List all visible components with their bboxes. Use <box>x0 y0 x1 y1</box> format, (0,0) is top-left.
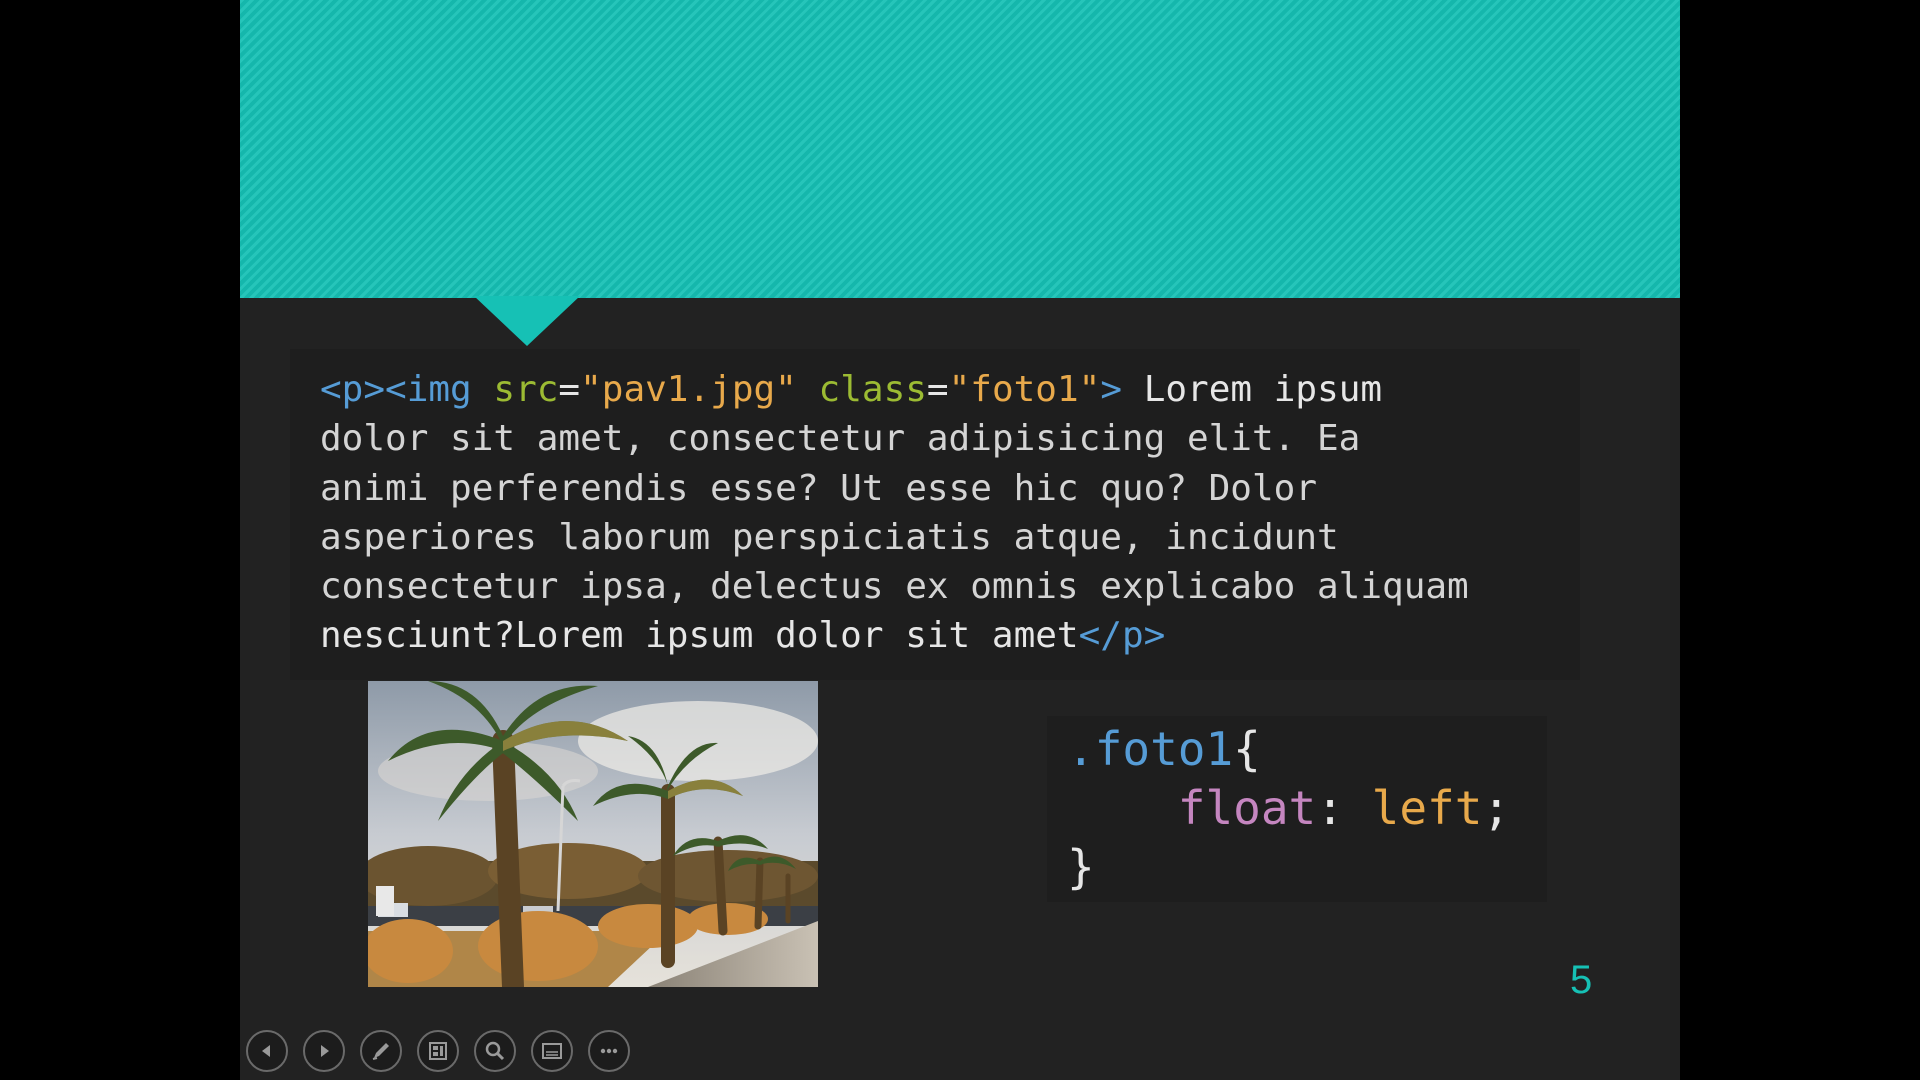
css-line-1: .foto1{ <box>1067 720 1547 779</box>
code-token: = <box>558 369 581 410</box>
code-line-1: <p><img src="pav1.jpg" class="foto1"> Lo… <box>320 365 1580 414</box>
code-line-5: consectetur ipsa, delectus ex omnis expl… <box>320 566 1469 608</box>
code-token: = <box>926 369 949 410</box>
code-token: src <box>493 369 559 410</box>
css-value: left <box>1371 781 1483 835</box>
presenter-toolbar <box>246 1030 630 1072</box>
header-notch <box>474 296 580 346</box>
slide-number: 5 <box>1570 958 1593 1002</box>
palm-trees-photo-drawing <box>368 681 818 987</box>
slides-grid-icon <box>429 1042 447 1060</box>
code-token: Lorem ipsum <box>1122 369 1383 410</box>
code-line-6: nesciunt?Lorem ipsum dolor sit amet</p> <box>320 611 1580 660</box>
code-line-2: dolor sit amet, consectetur adipisicing … <box>320 418 1361 460</box>
palm-trees-photo <box>368 681 818 987</box>
code-token: "pav1.jpg" <box>580 369 797 410</box>
magnifier-icon <box>485 1041 505 1061</box>
subtitles-icon <box>542 1043 562 1059</box>
pen-icon <box>372 1043 389 1060</box>
css-colon: : <box>1316 781 1372 835</box>
previous-slide-button[interactable] <box>246 1030 288 1072</box>
header-band <box>240 0 1680 298</box>
code-line-4: asperiores laborum perspiciatis atque, i… <box>320 516 1339 558</box>
css-code-block: .foto1{ float: left;} <box>1047 716 1547 902</box>
css-selector: .foto1 <box>1067 722 1234 776</box>
code-token: "foto1" <box>948 369 1101 410</box>
zoom-button[interactable] <box>474 1030 516 1072</box>
subtitles-button[interactable] <box>531 1030 573 1072</box>
css-semicolon: ; <box>1482 781 1511 835</box>
css-open-brace: { <box>1233 722 1261 776</box>
code-token: <p><img <box>320 369 494 410</box>
css-property: float <box>1177 781 1317 835</box>
more-options-button[interactable] <box>588 1030 630 1072</box>
next-arrow-icon <box>321 1045 329 1057</box>
css-line-3: } <box>1067 838 1547 897</box>
css-indent <box>1067 781 1178 835</box>
code-line-3: animi perferendis esse? Ut esse hic quo?… <box>320 467 1317 509</box>
css-close-brace: } <box>1067 840 1095 894</box>
slide: <p><img src="pav1.jpg" class="foto1"> Lo… <box>240 0 1680 1080</box>
ellipsis-icon <box>600 1048 618 1054</box>
code-token: class <box>818 369 927 410</box>
html-code-block: <p><img src="pav1.jpg" class="foto1"> Lo… <box>290 349 1580 680</box>
css-line-2: float: left; <box>1067 779 1547 838</box>
previous-arrow-icon <box>262 1045 270 1057</box>
see-all-slides-button[interactable] <box>417 1030 459 1072</box>
code-line-6-text: nesciunt?Lorem ipsum dolor sit amet <box>320 615 1079 657</box>
next-slide-button[interactable] <box>303 1030 345 1072</box>
code-line-6-tag: </p> <box>1078 615 1166 657</box>
code-token: > <box>1100 369 1123 410</box>
pen-button[interactable] <box>360 1030 402 1072</box>
